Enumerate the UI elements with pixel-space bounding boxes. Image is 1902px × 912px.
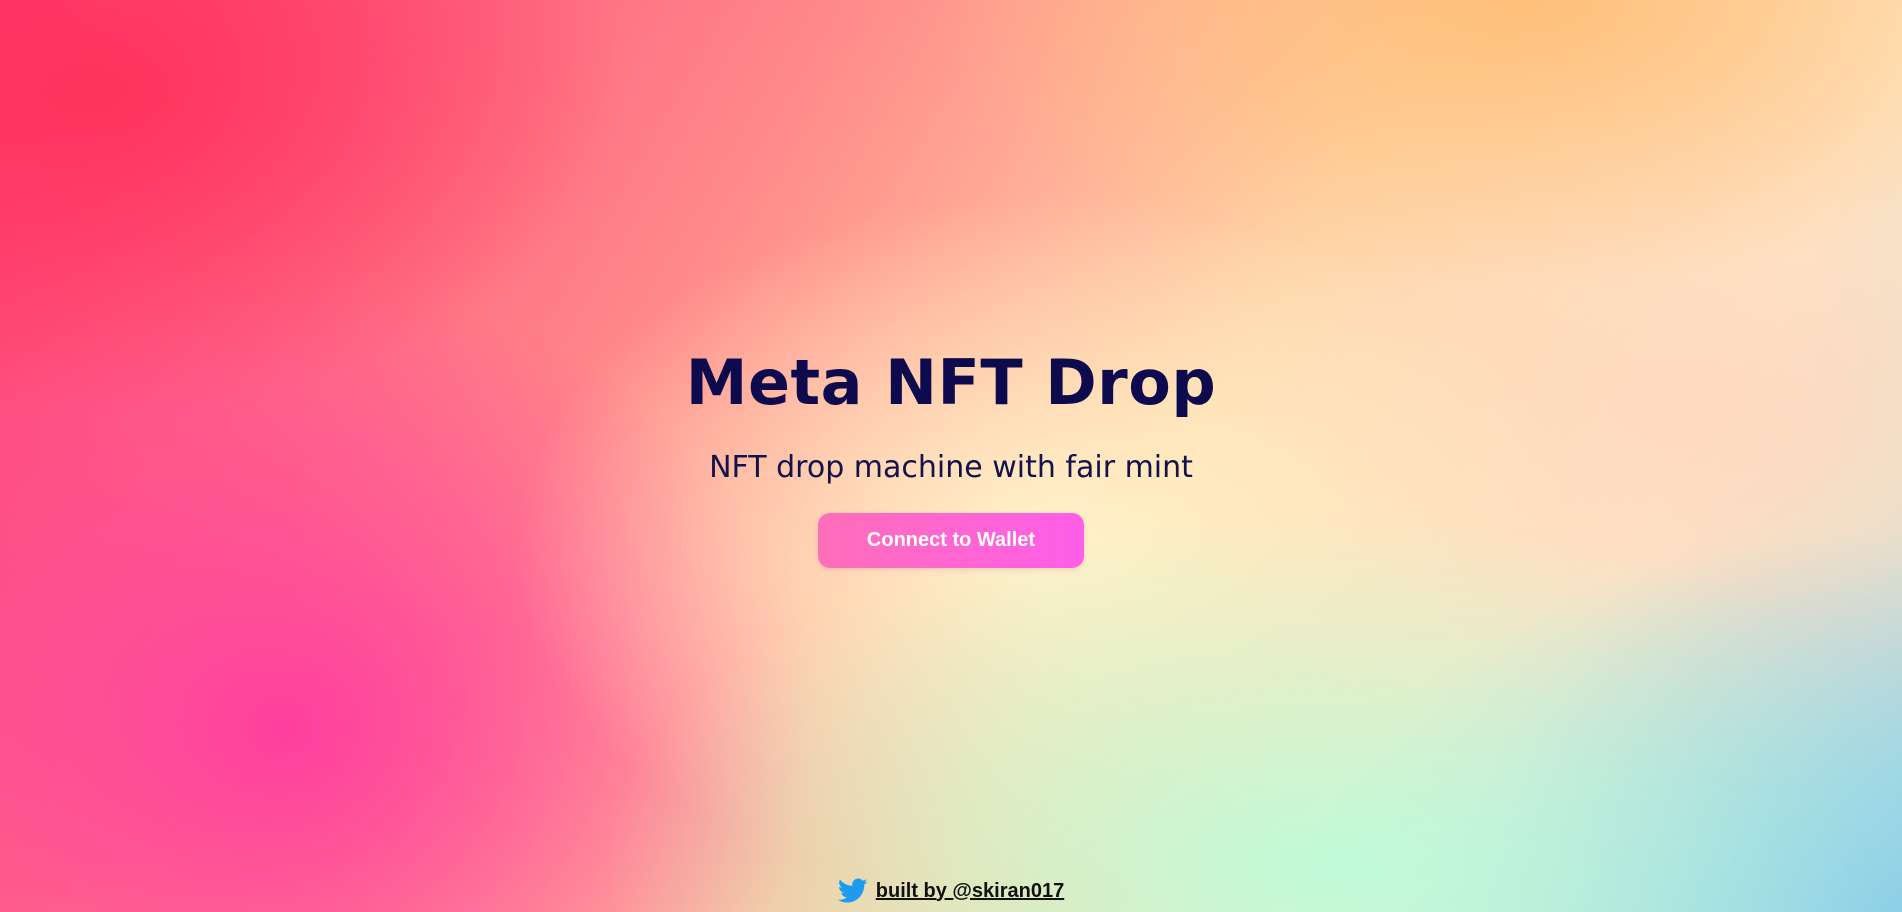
author-twitter-link[interactable]: built by @skiran017 xyxy=(876,880,1064,903)
footer: built by @skiran017 xyxy=(0,878,1902,904)
page-subtitle: NFT drop machine with fair mint xyxy=(709,450,1193,485)
twitter-icon xyxy=(837,878,868,904)
page: Meta NFT Drop NFT drop machine with fair… xyxy=(0,0,1902,912)
connect-wallet-button[interactable]: Connect to Wallet xyxy=(818,513,1084,568)
hero-section: Meta NFT Drop NFT drop machine with fair… xyxy=(0,345,1902,568)
page-title: Meta NFT Drop xyxy=(685,346,1217,419)
